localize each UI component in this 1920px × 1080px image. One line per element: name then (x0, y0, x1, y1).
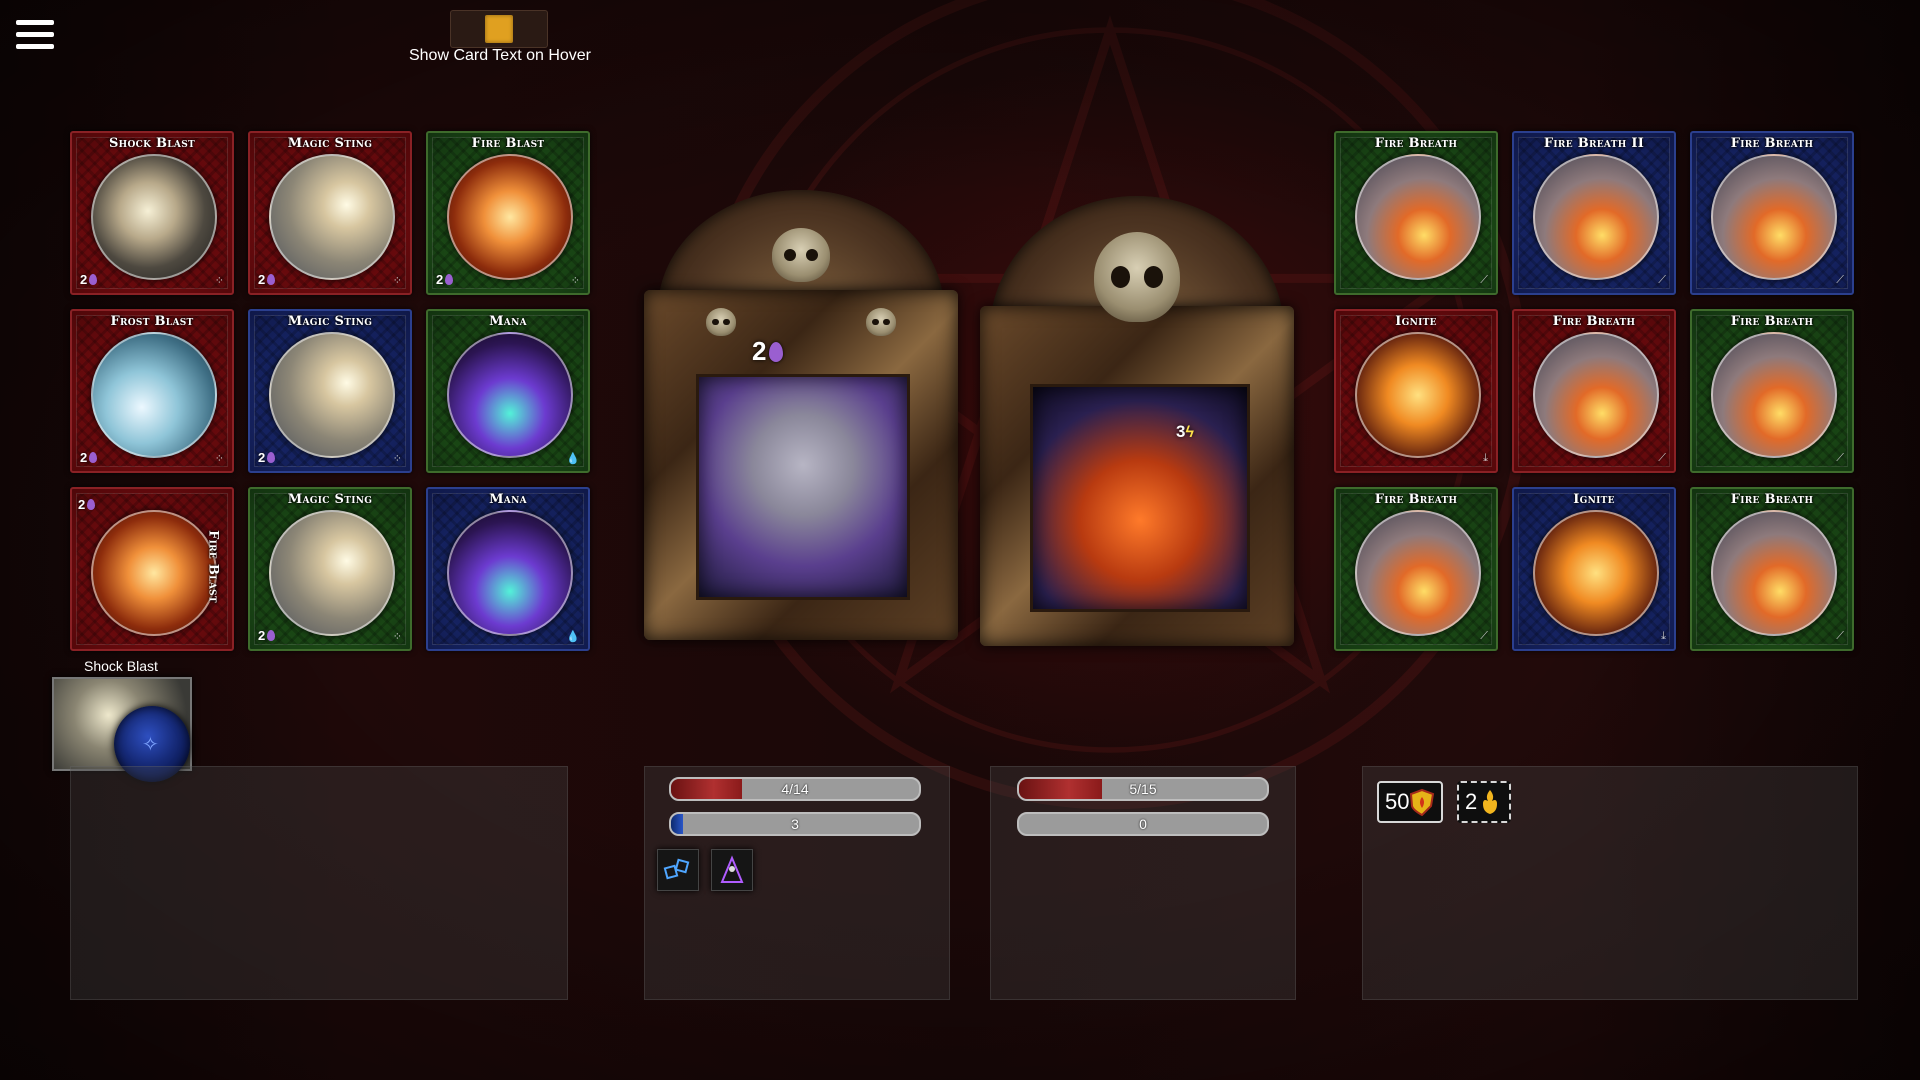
lightning-icon (91, 154, 217, 280)
card-text-hover-toggle[interactable] (450, 10, 548, 48)
ogre-fire-breath-icon (1711, 510, 1837, 636)
mana-drop-icon (267, 630, 276, 641)
shield-fire-icon (1410, 788, 1435, 816)
player-card-magic-sting[interactable]: Magic Sting 2 ⁘ (248, 309, 412, 473)
card-cost: 2 (258, 272, 266, 287)
enemy-shield-bar: 0 (1017, 812, 1269, 836)
menu-icon[interactable] (16, 20, 56, 52)
hooded-figure-icon[interactable] (711, 849, 753, 891)
enemy-card-fire-breath[interactable]: Fire Breath ⟋ (1690, 309, 1854, 473)
wizard-icon (269, 332, 395, 458)
card-type-icon: ⁘ (214, 453, 224, 465)
mana-drop-icon (769, 342, 784, 362)
card-cost: 2 (436, 272, 444, 287)
enemy-card-ignite[interactable]: Ignite ⤓ (1334, 309, 1498, 473)
card-type-icon: ⁘ (392, 631, 402, 643)
enemy-status-panel: 5/15 0 (990, 766, 1296, 1000)
rune-icon: ✧ (142, 734, 159, 756)
mana-drop-icon: 💧 (566, 453, 580, 465)
arrow-down-icon: ⤓ (1661, 630, 1666, 642)
card-cost: 2 (80, 450, 88, 465)
enemy-info-panel: 50 2 (1362, 766, 1858, 1000)
sword-icon: ⟋ (1480, 274, 1488, 286)
mana-drop-icon (445, 274, 454, 285)
skull-ornament-icon (866, 308, 896, 336)
ogre-fire-breath-icon (1711, 154, 1837, 280)
enemy-card-fire-breath[interactable]: Fire Breath ⟋ (1334, 487, 1498, 651)
player-status-panel: 4/14 3 (644, 766, 950, 1000)
player-card-fire-blast-rotated[interactable]: Fire Blast 2 (70, 487, 234, 651)
mana-drop-icon (89, 274, 98, 285)
card-type-icon: ⁘ (214, 275, 224, 287)
enemy-portrait-frame[interactable]: 3ϟ (980, 196, 1294, 646)
wizard-icon (269, 510, 395, 636)
gnome-warrior-portrait (1030, 384, 1250, 612)
enemy-power-stat[interactable]: 2 (1457, 781, 1512, 823)
enemy-armor-stat[interactable]: 50 (1377, 781, 1444, 823)
potion-icon (447, 510, 573, 636)
burning-knight-icon (1355, 332, 1481, 458)
sword-icon: ⟋ (1836, 274, 1844, 286)
player-portrait-frame[interactable]: 2 (644, 190, 958, 640)
burning-knight-icon (1533, 510, 1659, 636)
player-card-magic-sting[interactable]: Magic Sting 2 ⁘ (248, 131, 412, 295)
mana-drop-icon: 💧 (566, 631, 580, 643)
player-health-bar: 4/14 (669, 777, 921, 801)
card-type-icon: ⁘ (570, 275, 580, 287)
ice-cubes-icon[interactable] (657, 849, 699, 891)
toggle-knob (485, 15, 513, 43)
fire-icon (447, 154, 573, 280)
hand-card-label: Shock Blast (84, 658, 158, 674)
lightning-bolt-icon: ϟ (1185, 424, 1194, 441)
sword-icon: ⟋ (1836, 452, 1844, 464)
player-card-frost-blast[interactable]: Frost Blast 2 ⁘ (70, 309, 234, 473)
card-type-icon: ⁘ (392, 275, 402, 287)
player-card-magic-sting[interactable]: Magic Sting 2 ⁘ (248, 487, 412, 651)
enemy-health-bar: 5/15 (1017, 777, 1269, 801)
player-card-mana[interactable]: Mana 💧 (426, 309, 590, 473)
skull-ornament-icon (772, 228, 830, 282)
sword-icon: ⟋ (1658, 452, 1666, 464)
arrow-down-icon: ⤓ (1483, 452, 1488, 464)
mana-drop-icon (89, 452, 98, 463)
sword-icon: ⟋ (1836, 630, 1844, 642)
hover-toggle-label: Show Card Text on Hover (408, 47, 591, 64)
enemy-card-fire-breath[interactable]: Fire Breath ⟋ (1690, 487, 1854, 651)
player-mana-badge: 2 (752, 336, 767, 366)
player-shield-bar: 3 (669, 812, 921, 836)
mana-drop-icon (267, 274, 276, 285)
player-card-shock-blast[interactable]: Shock Blast 2 ⁘ (70, 131, 234, 295)
card-cost: 2 (258, 628, 266, 643)
ogre-fire-breath-icon (1355, 510, 1481, 636)
mana-drop-icon (267, 452, 276, 463)
skull-ornament-icon (706, 308, 736, 336)
enemy-card-fire-breath[interactable]: Fire Breath ⟋ (1334, 131, 1498, 295)
player-card-mana[interactable]: Mana 💧 (426, 487, 590, 651)
demon-skull-ornament-icon (1094, 232, 1180, 322)
enemy-card-fire-breath-ii[interactable]: Fire Breath II ⟋ (1512, 131, 1676, 295)
ogre-fire-breath-icon (1355, 154, 1481, 280)
card-cost: 2 (78, 497, 86, 512)
ogre-fire-breath-icon (1533, 332, 1659, 458)
card-cost: 2 (258, 450, 266, 465)
enemy-card-fire-breath[interactable]: Fire Breath ⟋ (1512, 309, 1676, 473)
sword-icon: ⟋ (1480, 630, 1488, 642)
card-cost: 2 (80, 272, 88, 287)
mana-drop-icon (87, 499, 96, 510)
frost-icon (91, 332, 217, 458)
player-card-fire-blast[interactable]: Fire Blast 2 ⁘ (426, 131, 590, 295)
flame-hands-icon (1483, 790, 1498, 814)
koala-mage-portrait (696, 374, 910, 600)
sword-icon: ⟋ (1658, 274, 1666, 286)
player-hand-panel (70, 766, 568, 1000)
ogre-fire-breath-icon (1711, 332, 1837, 458)
fire-icon (91, 510, 217, 636)
ogre-fire-breath-icon (1533, 154, 1659, 280)
potion-icon (447, 332, 573, 458)
enemy-card-fire-breath[interactable]: Fire Breath ⟋ (1690, 131, 1854, 295)
wizard-icon (269, 154, 395, 280)
card-type-icon: ⁘ (392, 453, 402, 465)
enemy-card-ignite[interactable]: Ignite ⤓ (1512, 487, 1676, 651)
